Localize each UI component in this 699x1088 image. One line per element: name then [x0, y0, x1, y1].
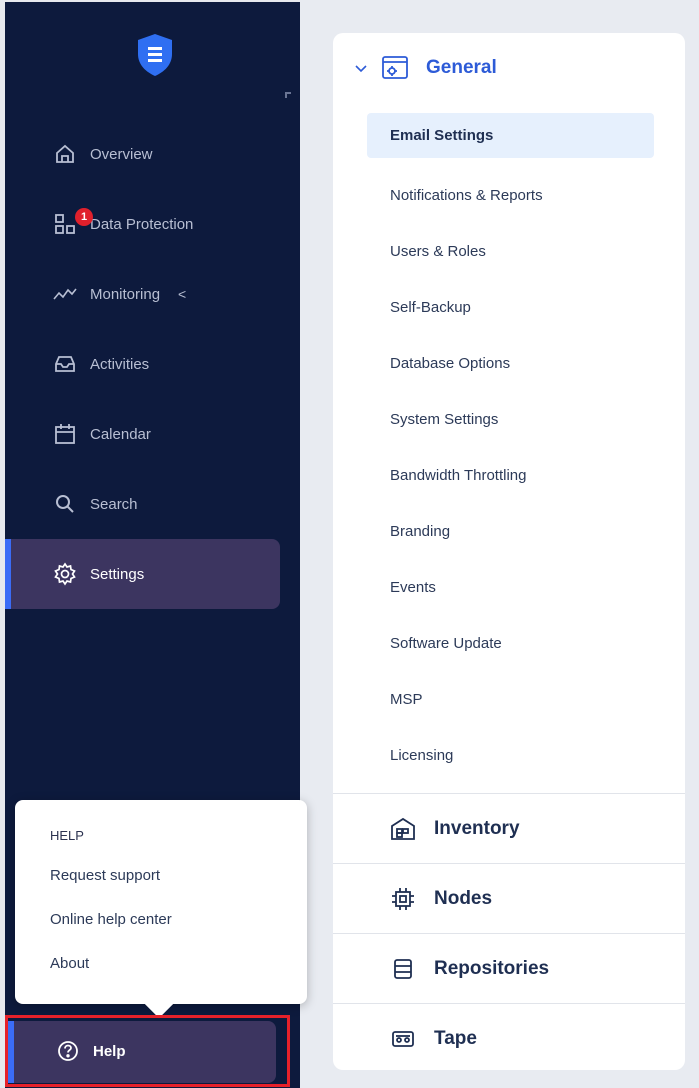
help-popover: HELP Request support Online help center …	[15, 800, 307, 1019]
logo-shield-icon[interactable]	[130, 30, 180, 80]
sub-item-bandwidth-throttling[interactable]: Bandwidth Throttling	[333, 447, 685, 503]
sub-item-email-settings[interactable]: Email Settings	[367, 113, 654, 158]
sub-item-users-roles[interactable]: Users & Roles	[333, 223, 685, 279]
chevron-down-icon	[355, 61, 367, 76]
section-repositories-label: Repositories	[434, 957, 550, 979]
help-button[interactable]: Help	[5, 1015, 290, 1087]
help-button-label: Help	[93, 1042, 126, 1060]
sub-item-system-settings[interactable]: System Settings	[333, 391, 685, 447]
gear-icon	[50, 559, 80, 589]
sidebar-item-search[interactable]: Search	[5, 469, 300, 539]
online-help-center-link[interactable]: Online help center	[50, 910, 307, 954]
settings-panel: General Email Settings Notifications & R…	[333, 33, 685, 1070]
general-settings-icon	[380, 53, 410, 83]
general-sub-list: Email Settings Notifications & Reports U…	[333, 103, 685, 793]
search-icon	[50, 489, 80, 519]
sub-item-notifications-reports[interactable]: Notifications & Reports	[333, 167, 685, 223]
sidebar-item-data-protection[interactable]: 1 Data Protection	[5, 189, 300, 259]
storage-icon	[388, 954, 418, 984]
sidebar-item-label: Search	[90, 495, 138, 513]
help-button-background	[8, 1021, 276, 1083]
section-general-label: General	[426, 57, 497, 78]
sub-item-self-backup[interactable]: Self-Backup	[333, 279, 685, 335]
sub-item-database-options[interactable]: Database Options	[333, 335, 685, 391]
section-inventory[interactable]: Inventory	[333, 793, 685, 863]
chip-icon	[388, 884, 418, 914]
sidebar-item-settings[interactable]: Settings	[5, 539, 280, 609]
home-icon	[50, 139, 80, 169]
sidebar-item-monitoring[interactable]: Monitoring <	[5, 259, 300, 329]
sidebar-nav: Overview 1 Data Protection Monitoring <	[5, 119, 300, 609]
sidebar-item-calendar[interactable]: Calendar	[5, 399, 300, 469]
section-nodes[interactable]: Nodes	[333, 863, 685, 933]
sub-item-software-update[interactable]: Software Update	[333, 615, 685, 671]
sidebar-item-label: Overview	[90, 145, 153, 163]
section-inventory-label: Inventory	[434, 817, 520, 839]
sub-item-msp[interactable]: MSP	[333, 671, 685, 727]
section-tape-label: Tape	[434, 1027, 477, 1049]
sub-item-events[interactable]: Events	[333, 559, 685, 615]
sub-item-branding[interactable]: Branding	[333, 503, 685, 559]
pulse-icon	[50, 279, 80, 309]
about-link[interactable]: About	[50, 954, 307, 998]
inbox-icon	[50, 349, 80, 379]
calendar-icon	[50, 419, 80, 449]
sidebar-item-label: Data Protection	[90, 215, 194, 233]
tape-icon	[388, 1024, 418, 1054]
sidebar-item-overview[interactable]: Overview	[5, 119, 300, 189]
help-circle-icon	[53, 1036, 83, 1066]
sidebar-item-label: Settings	[90, 565, 145, 583]
notification-badge: 1	[75, 208, 93, 226]
inventory-icon	[388, 814, 418, 844]
section-nodes-label: Nodes	[434, 887, 493, 909]
request-support-link[interactable]: Request support	[50, 866, 307, 910]
sidebar-collapse-handle[interactable]	[285, 92, 291, 98]
section-general[interactable]: General	[333, 33, 685, 103]
help-popover-title: HELP	[50, 828, 84, 843]
section-tape[interactable]: Tape	[333, 1003, 685, 1073]
sidebar-item-label: Activities	[90, 355, 150, 373]
sub-item-licensing[interactable]: Licensing	[333, 727, 685, 783]
sidebar-item-label: Calendar	[90, 425, 151, 443]
sidebar-item-label: Monitoring	[90, 285, 161, 303]
sidebar-item-activities[interactable]: Activities	[5, 329, 300, 399]
chevron-left-icon: <	[178, 286, 187, 302]
section-repositories[interactable]: Repositories	[333, 933, 685, 1003]
